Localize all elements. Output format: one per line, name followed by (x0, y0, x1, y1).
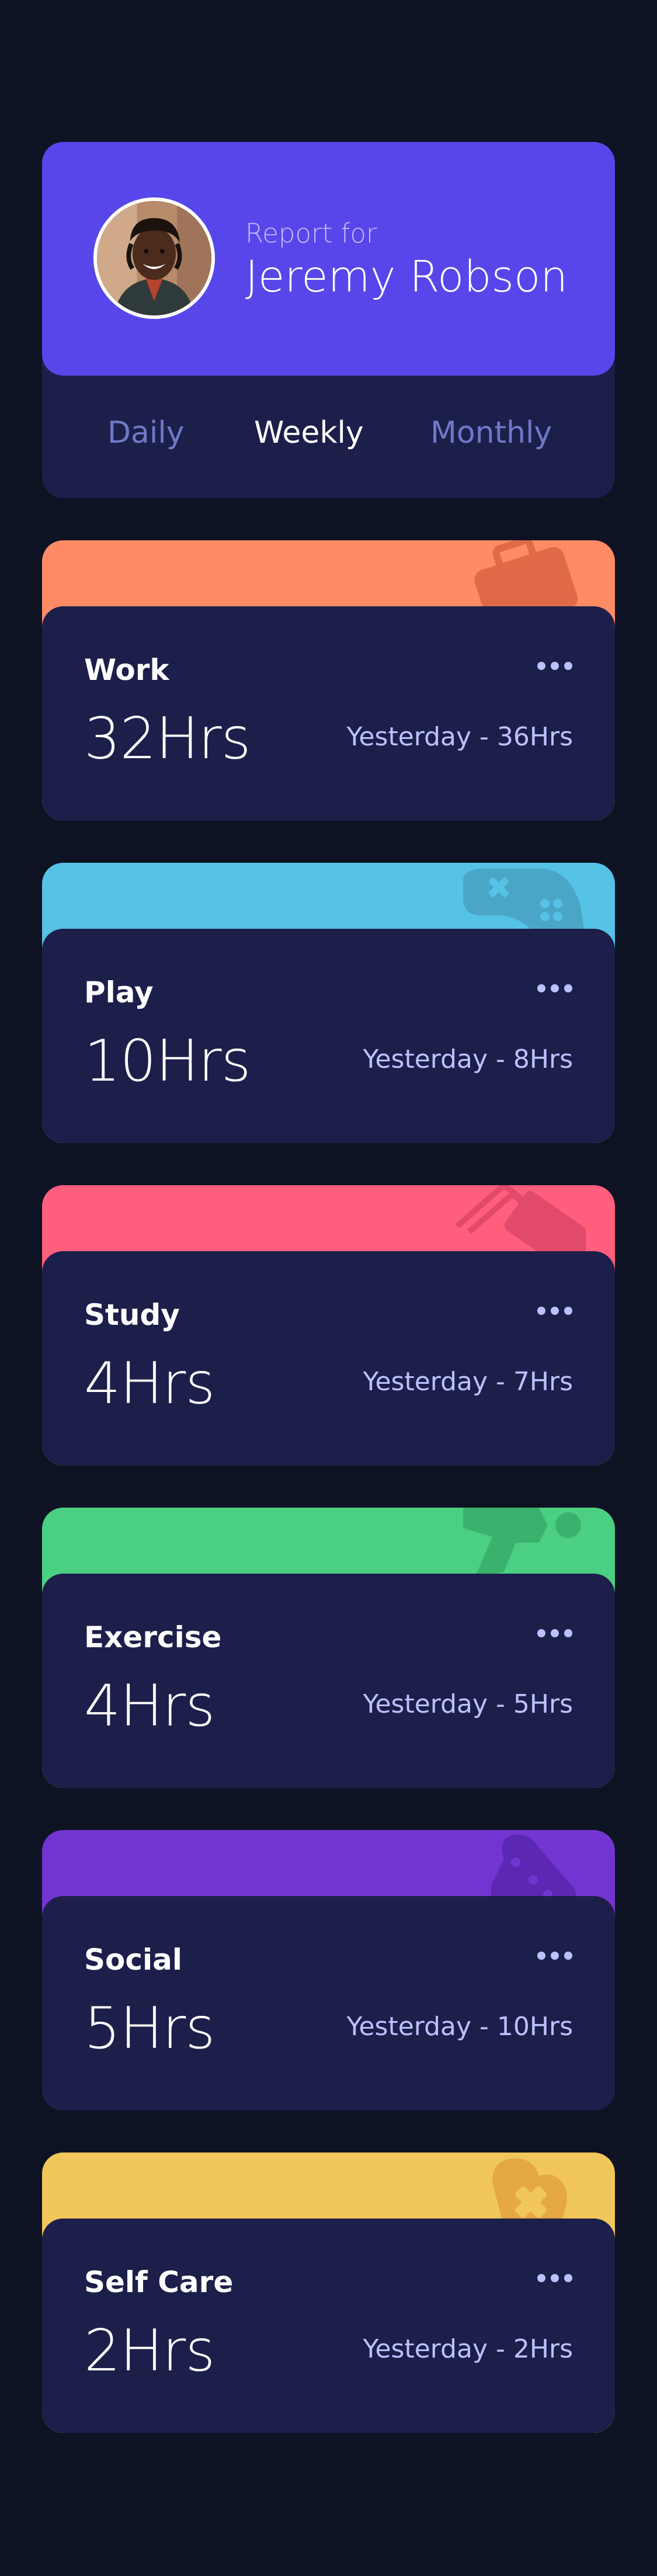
activity-previous: Yesterday - 2Hrs (363, 2334, 573, 2364)
activity-hours: 10Hrs (84, 1028, 251, 1095)
activity-title: Self Care (84, 2265, 234, 2299)
social-bubble-icon (451, 1830, 586, 1900)
activity-hours: 5Hrs (84, 1995, 215, 2062)
activity-card-play[interactable]: Play 10Hrs Yesterday - 8Hrs (42, 863, 615, 1143)
running-figure-icon (451, 1508, 586, 1578)
activity-title: Study (84, 1298, 180, 1332)
activity-title: Social (84, 1943, 183, 1977)
tab-daily[interactable]: Daily (107, 415, 185, 450)
activity-panel: Exercise 4Hrs Yesterday - 5Hrs (42, 1574, 615, 1788)
activity-hours: 4Hrs (84, 1351, 215, 1417)
activity-hours: 2Hrs (84, 2318, 215, 2384)
activity-card-social[interactable]: Social 5Hrs Yesterday - 10Hrs (42, 1830, 615, 2110)
ellipsis-icon[interactable] (536, 1950, 574, 1961)
activity-card-self-care[interactable]: Self Care 2Hrs Yesterday - 2Hrs (42, 2153, 615, 2433)
avatar-image (97, 201, 211, 315)
activity-panel: Social 5Hrs Yesterday - 10Hrs (42, 1896, 615, 2110)
dashboard: Report for Jeremy Robson Daily Weekly Mo… (42, 142, 615, 2433)
book-icon (451, 1185, 586, 1255)
activity-previous: Yesterday - 5Hrs (363, 1689, 573, 1719)
profile-card: Report for Jeremy Robson Daily Weekly Mo… (42, 142, 615, 498)
profile-header: Report for Jeremy Robson (42, 142, 615, 376)
activity-card-study[interactable]: Study 4Hrs Yesterday - 7Hrs (42, 1185, 615, 1466)
activity-card-exercise[interactable]: Exercise 4Hrs Yesterday - 5Hrs (42, 1508, 615, 1788)
ellipsis-icon[interactable] (536, 983, 574, 994)
ellipsis-icon[interactable] (536, 2272, 574, 2284)
activity-title: Exercise (84, 1620, 222, 1654)
activity-title: Work (84, 653, 169, 687)
heart-icon (451, 2153, 586, 2223)
ellipsis-icon[interactable] (536, 660, 574, 672)
ellipsis-icon[interactable] (536, 1627, 574, 1639)
tab-monthly[interactable]: Monthly (430, 415, 552, 450)
activity-card-work[interactable]: Work 32Hrs Yesterday - 36Hrs (42, 540, 615, 821)
ellipsis-icon[interactable] (536, 1305, 574, 1317)
user-name: Jeremy Robson (245, 252, 568, 302)
activity-panel: Work 32Hrs Yesterday - 36Hrs (42, 606, 615, 821)
activity-panel: Self Care 2Hrs Yesterday - 2Hrs (42, 2219, 615, 2433)
tab-weekly[interactable]: Weekly (254, 415, 364, 450)
report-for-label: Report for (245, 218, 377, 249)
activity-panel: Study 4Hrs Yesterday - 7Hrs (42, 1251, 615, 1466)
activity-previous: Yesterday - 7Hrs (363, 1367, 573, 1397)
avatar (93, 197, 215, 319)
gamepad-icon (451, 863, 586, 933)
timeframe-tabs: Daily Weekly Monthly (42, 376, 615, 498)
activity-panel: Play 10Hrs Yesterday - 8Hrs (42, 929, 615, 1143)
activity-hours: 32Hrs (84, 706, 251, 772)
activity-previous: Yesterday - 8Hrs (363, 1044, 573, 1074)
activity-hours: 4Hrs (84, 1673, 215, 1740)
activity-previous: Yesterday - 10Hrs (346, 2012, 573, 2042)
activity-previous: Yesterday - 36Hrs (346, 722, 573, 752)
activity-title: Play (84, 975, 154, 1009)
briefcase-icon (451, 540, 586, 610)
